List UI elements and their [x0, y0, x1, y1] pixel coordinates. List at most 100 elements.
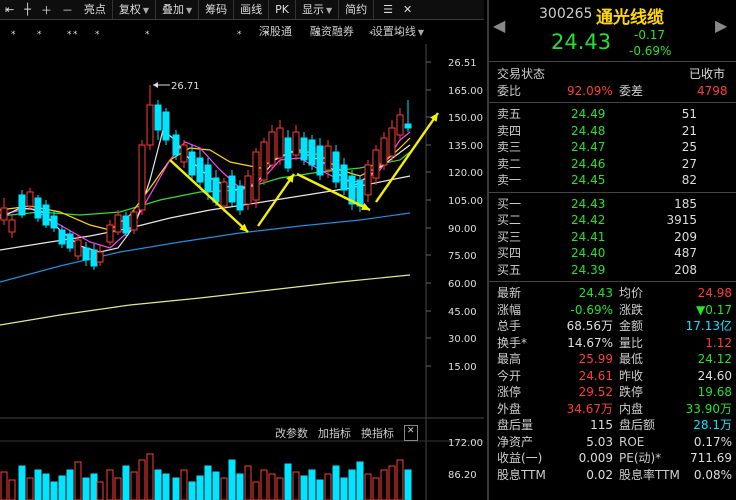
level-label: 买五	[497, 262, 522, 277]
stat-label: 均价	[619, 286, 644, 300]
set-ma-link[interactable]: 设置均线 ▼	[372, 23, 424, 39]
toolbar-button-0[interactable]: 亮点	[78, 0, 113, 19]
stat-value: 0.009	[578, 451, 613, 465]
volume-bar	[356, 461, 364, 500]
candle-body	[300, 137, 308, 161]
bid-row[interactable]: 买四 24.40 487	[489, 245, 736, 262]
candle-body	[82, 247, 90, 261]
stat-value: 24.12	[697, 352, 732, 366]
margin-trading-link[interactable]: 融资融券	[310, 23, 354, 39]
candle-body	[284, 137, 292, 169]
prev-stock-icon[interactable]: ◀	[493, 16, 505, 35]
candle-body	[130, 211, 138, 231]
zoom-out-icon[interactable]: －	[57, 2, 78, 18]
close-indicator-icon[interactable]: ✕	[404, 425, 418, 441]
change-indicator-link[interactable]: 换指标	[361, 425, 394, 441]
stat-value: 1.12	[705, 335, 732, 350]
bid-row[interactable]: 买一 24.43 185	[489, 196, 736, 213]
home-icon[interactable]: ⇤	[0, 3, 19, 16]
candle-body	[276, 127, 284, 159]
volume-bar	[252, 481, 260, 500]
volume-bar	[348, 469, 356, 500]
price-axis-label: 105.00	[448, 196, 483, 207]
price-change: -0.17	[634, 28, 666, 42]
stat-label: ROE	[619, 434, 645, 449]
toolbar-button-6[interactable]: 显示 ▼	[296, 0, 340, 19]
volume-bar	[396, 459, 404, 500]
volume-bar	[42, 473, 50, 500]
volume-bar	[316, 479, 324, 500]
toolbar-button-5[interactable]: PK	[269, 0, 297, 19]
toolbar-button-4[interactable]: 画线	[234, 0, 270, 19]
price-axis-label: 75.00	[448, 251, 477, 262]
bid-row[interactable]: 买五 24.39 208	[489, 262, 736, 279]
menu-icon[interactable]: ☰	[378, 3, 398, 16]
level-label: 卖五	[497, 107, 522, 121]
candle-body	[96, 251, 104, 263]
candle-body	[244, 175, 252, 205]
ask-row[interactable]: 卖二 24.46 27	[489, 156, 736, 173]
stat-label: 今开	[497, 368, 522, 383]
toolbar-button-3[interactable]: 筹码	[199, 0, 235, 19]
level-label: 买二	[497, 213, 522, 227]
dropdown-arrow-icon: ▼	[186, 5, 193, 15]
close-icon[interactable]: ✕	[398, 3, 417, 16]
volume-bar	[114, 477, 122, 500]
stat-row: 涨停 29.52 跌停 19.68	[489, 384, 736, 401]
candle-body	[122, 215, 130, 234]
level-label: 卖一	[497, 173, 522, 187]
zoom-in-icon[interactable]: ＋	[36, 2, 57, 18]
weicha-label: 委差	[619, 83, 644, 98]
price-axis-label: 150.00	[448, 113, 483, 124]
stat-row: 最高 25.99 最低 24.12	[489, 351, 736, 368]
hk-connect-link[interactable]: 深股通	[259, 23, 292, 39]
toolbar-button-1[interactable]: 复权 ▼	[113, 0, 156, 19]
stat-row: 最新 24.43 均价 24.98	[489, 285, 736, 302]
level-price: 24.48	[571, 123, 606, 138]
candle-body	[356, 179, 364, 207]
event-marker-icon: *	[145, 30, 150, 40]
ask-row[interactable]: 卖四 24.48 21	[489, 123, 736, 140]
stat-value: 24.60	[697, 368, 732, 383]
toolbar-button-2[interactable]: 叠加 ▼	[156, 0, 200, 19]
volume-bar	[58, 475, 66, 500]
volume-bar	[34, 469, 42, 500]
bid-row[interactable]: 买二 24.42 3915	[489, 212, 736, 229]
candle-body	[404, 123, 412, 129]
add-indicator-link[interactable]: 加指标	[318, 425, 351, 441]
volume-bar	[244, 465, 252, 500]
stat-label: 涨停	[497, 385, 522, 399]
ask-row[interactable]: 卖五 24.49 51	[489, 106, 736, 123]
level-price: 24.39	[571, 262, 606, 277]
candle-body	[58, 229, 66, 245]
candle-body	[372, 149, 380, 179]
level-price: 24.47	[571, 140, 606, 154]
price-axis-label: 15.00	[448, 362, 477, 373]
volume-bar	[388, 465, 396, 500]
stat-value: 711.69	[690, 451, 732, 465]
volume-bar	[300, 475, 308, 500]
bid-book: 买一 24.43 185 买二 24.42 3915 买三 24.41 209 买四 24.40 48…	[489, 193, 736, 282]
volume-bar	[196, 475, 204, 500]
level-volume: 27	[681, 156, 697, 171]
volume-bar	[380, 469, 388, 500]
stat-label: 昨收	[619, 368, 644, 383]
candle-body	[236, 185, 244, 211]
edit-params-link[interactable]: 改参数	[275, 425, 308, 441]
next-stock-icon[interactable]: ▶	[715, 16, 727, 35]
stat-value: 0.02	[586, 467, 613, 482]
candle-body	[364, 164, 372, 196]
dropdown-arrow-icon: ▼	[326, 5, 333, 15]
kline-chart-area[interactable]: 26.51 165.00 150.00 135.00 120.00 105.00 90.00…	[0, 20, 484, 500]
bid-row[interactable]: 买三 24.41 209	[489, 229, 736, 246]
candle-body	[18, 194, 26, 216]
ask-row[interactable]: 卖一 24.45 82	[489, 172, 736, 189]
crosshair-icon[interactable]: ┼	[19, 3, 36, 16]
volume-bar	[66, 469, 74, 500]
candle-body	[146, 104, 154, 146]
price-axis-label: 45.00	[448, 307, 477, 318]
toolbar-button-7[interactable]: 简约	[339, 0, 375, 19]
candle-body	[114, 214, 122, 233]
level-price: 24.46	[571, 156, 606, 171]
ask-row[interactable]: 卖三 24.47 25	[489, 139, 736, 156]
